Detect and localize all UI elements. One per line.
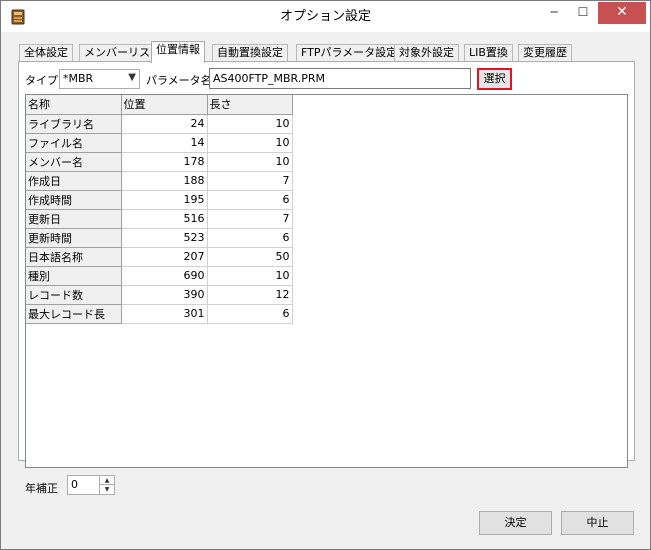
position-cell[interactable]: 690 bbox=[121, 266, 208, 286]
row-name-cell[interactable]: 更新日 bbox=[26, 209, 122, 229]
length-cell[interactable]: 12 bbox=[207, 285, 293, 305]
table-row: ファイル名 14 10 bbox=[26, 133, 293, 153]
chevron-up-icon[interactable]: ▲ bbox=[100, 476, 114, 485]
year-correction-value: 0 bbox=[71, 478, 78, 491]
row-name-cell[interactable]: ファイル名 bbox=[26, 133, 122, 153]
column-header-name[interactable]: 名称 bbox=[26, 95, 122, 115]
length-cell[interactable]: 6 bbox=[207, 190, 293, 210]
table-row: 作成日 188 7 bbox=[26, 171, 293, 191]
position-cell[interactable]: 390 bbox=[121, 285, 208, 305]
table-row: 最大レコード長 301 6 bbox=[26, 304, 293, 324]
table-header-row: 名称 位置 長さ bbox=[26, 95, 293, 115]
row-name-cell[interactable]: 日本語名称 bbox=[26, 247, 122, 267]
minimize-button[interactable]: ─ bbox=[540, 2, 568, 24]
table-row: レコード数 390 12 bbox=[26, 285, 293, 305]
length-cell[interactable]: 10 bbox=[207, 133, 293, 153]
param-name-field[interactable]: AS400FTP_MBR.PRM bbox=[209, 68, 471, 89]
options-dialog: オプション設定 ─ ☐ ✕ 全体設定 メンバーリスト 位置情報 自動置換設定 F… bbox=[0, 0, 651, 550]
table-row: 更新時間 523 6 bbox=[26, 228, 293, 248]
ok-button[interactable]: 決定 bbox=[479, 511, 552, 535]
table-row: ライブラリ名 24 10 bbox=[26, 114, 293, 134]
table-row: メンバー名 178 10 bbox=[26, 152, 293, 172]
length-cell[interactable]: 10 bbox=[207, 266, 293, 286]
position-cell[interactable]: 207 bbox=[121, 247, 208, 267]
table-row: 作成時間 195 6 bbox=[26, 190, 293, 210]
param-name-value: AS400FTP_MBR.PRM bbox=[213, 72, 326, 85]
param-name-label: パラメータ名 bbox=[146, 74, 212, 87]
row-name-cell[interactable]: ライブラリ名 bbox=[26, 114, 122, 134]
year-correction-stepper[interactable]: 0 ▲ ▼ bbox=[67, 475, 115, 495]
column-header-length[interactable]: 長さ bbox=[207, 95, 293, 115]
position-cell[interactable]: 516 bbox=[121, 209, 208, 229]
row-name-cell[interactable]: 作成日 bbox=[26, 171, 122, 191]
tab-auto-replace[interactable]: 自動置換設定 bbox=[212, 44, 288, 62]
tab-ftp-params[interactable]: FTPパラメータ設定 bbox=[296, 44, 403, 62]
length-cell[interactable]: 7 bbox=[207, 171, 293, 191]
chevron-down-icon[interactable]: ▼ bbox=[128, 72, 136, 83]
table-row: 日本語名称 207 50 bbox=[26, 247, 293, 267]
position-cell[interactable]: 14 bbox=[121, 133, 208, 153]
length-cell[interactable]: 6 bbox=[207, 304, 293, 324]
position-grid[interactable]: 名称 位置 長さ ライブラリ名 24 10 ファイル名 14 10 メンバー名 bbox=[25, 94, 628, 468]
length-cell[interactable]: 10 bbox=[207, 152, 293, 172]
close-button[interactable]: ✕ bbox=[598, 2, 646, 24]
year-correction-label: 年補正 bbox=[25, 482, 58, 495]
type-value: *MBR bbox=[63, 72, 94, 85]
column-header-position[interactable]: 位置 bbox=[121, 95, 208, 115]
select-button[interactable]: 選択 bbox=[477, 68, 512, 90]
chevron-down-icon[interactable]: ▼ bbox=[100, 485, 114, 494]
tab-position-info[interactable]: 位置情報 bbox=[151, 41, 205, 63]
type-label: タイプ bbox=[25, 74, 58, 87]
row-name-cell[interactable]: 種別 bbox=[26, 266, 122, 286]
length-cell[interactable]: 6 bbox=[207, 228, 293, 248]
position-cell[interactable]: 178 bbox=[121, 152, 208, 172]
tab-lib-replace[interactable]: LIB置換 bbox=[464, 44, 513, 62]
tab-general[interactable]: 全体設定 bbox=[19, 44, 73, 62]
cancel-button[interactable]: 中止 bbox=[561, 511, 634, 535]
row-name-cell[interactable]: レコード数 bbox=[26, 285, 122, 305]
position-cell[interactable]: 195 bbox=[121, 190, 208, 210]
position-cell[interactable]: 188 bbox=[121, 171, 208, 191]
length-cell[interactable]: 50 bbox=[207, 247, 293, 267]
title-bar[interactable]: オプション設定 ─ ☐ ✕ bbox=[1, 1, 650, 32]
type-combobox[interactable]: *MBR ▼ bbox=[59, 69, 140, 89]
position-cell[interactable]: 301 bbox=[121, 304, 208, 324]
table-row: 更新日 516 7 bbox=[26, 209, 293, 229]
length-cell[interactable]: 10 bbox=[207, 114, 293, 134]
tab-exclusion[interactable]: 対象外設定 bbox=[394, 44, 459, 62]
tab-change-history[interactable]: 変更履歴 bbox=[518, 44, 572, 62]
row-name-cell[interactable]: メンバー名 bbox=[26, 152, 122, 172]
stepper-buttons: ▲ ▼ bbox=[99, 476, 114, 494]
maximize-button[interactable]: ☐ bbox=[569, 2, 597, 24]
table-row: 種別 690 10 bbox=[26, 266, 293, 286]
position-cell[interactable]: 24 bbox=[121, 114, 208, 134]
row-name-cell[interactable]: 作成時間 bbox=[26, 190, 122, 210]
length-cell[interactable]: 7 bbox=[207, 209, 293, 229]
position-table: 名称 位置 長さ ライブラリ名 24 10 ファイル名 14 10 メンバー名 bbox=[26, 95, 293, 324]
row-name-cell[interactable]: 最大レコード長 bbox=[26, 304, 122, 324]
position-cell[interactable]: 523 bbox=[121, 228, 208, 248]
row-name-cell[interactable]: 更新時間 bbox=[26, 228, 122, 248]
